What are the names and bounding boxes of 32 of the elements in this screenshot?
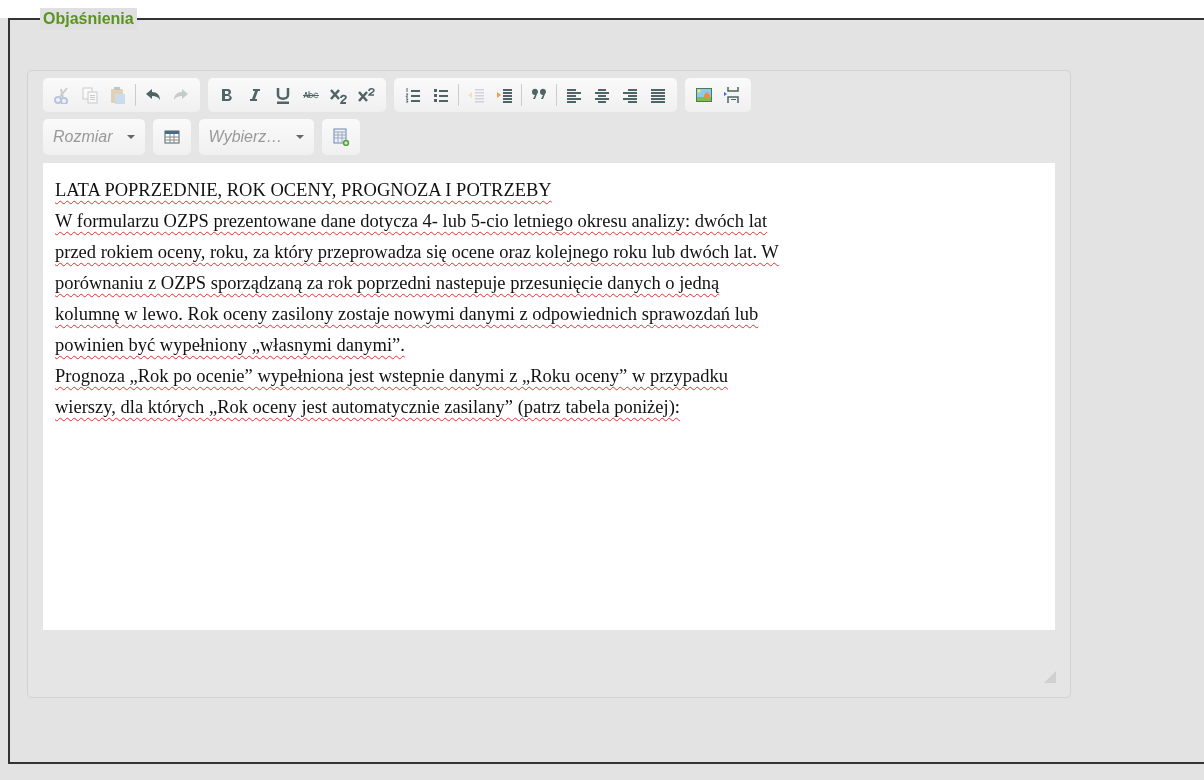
table-icon xyxy=(162,128,181,146)
page-break-icon xyxy=(723,86,741,104)
editor-text-line: kolumnę w lewo. Rok oceny zasilony zostaje nowymi danymi z odpowiednich sprawozdań lub xyxy=(55,303,760,326)
table-button[interactable] xyxy=(152,119,191,155)
editor-text-line: Prognoza „Rok po ocenie” wypełniona jest wstepnie danymi z „Roku oceny” w przypadku xyxy=(55,365,729,388)
editor-text-line: LATA POPRZEDNIE, ROK OCENY, PROGNOZA I POTRZEBY xyxy=(55,179,553,202)
scissors-icon xyxy=(53,86,71,104)
indent-icon xyxy=(495,86,513,104)
caret-icon xyxy=(126,135,135,139)
caret-icon xyxy=(296,135,305,139)
table-add-icon xyxy=(332,128,351,146)
image-icon xyxy=(695,86,713,104)
align-left-icon xyxy=(565,86,583,104)
underline-icon xyxy=(274,86,292,104)
dropdown[interactable]: Rozmiar xyxy=(43,119,145,155)
editor-text-line: przed rokiem oceny, roku, za który przeprowadza się ocene oraz kolejnego roku lub dwóch lat. W xyxy=(55,241,780,264)
section-legend: Objaśnienia xyxy=(40,8,137,30)
dropdown[interactable]: Wybierz… xyxy=(198,119,315,155)
editor-text-line: powinien być wypełniony „własnymi danymi”. xyxy=(55,334,406,357)
editor-text-line: wierszy, dla których „Rok oceny jest automatycznie zasilany” (patrz tabela poniżej): xyxy=(55,396,681,419)
text-editor-area[interactable] xyxy=(43,163,1055,630)
clipboard-icon xyxy=(109,86,127,104)
outdent-icon xyxy=(467,86,485,104)
numbered-list-icon xyxy=(404,86,422,104)
bulleted-list-icon xyxy=(432,86,450,104)
align-right-icon xyxy=(621,86,639,104)
editor-text-line: porównaniu z OZPS sporządzaną za rok poprzedni nastepuje przesunięcie danych o jedną xyxy=(55,272,721,295)
editor-text-line: W formularzu OZPS prezentowane dane dotycza 4- lub 5-cio letniego okresu analizy: dwóch lat xyxy=(55,210,769,233)
superscript-icon xyxy=(358,86,376,104)
copy-icon xyxy=(81,86,99,104)
justify-icon xyxy=(649,86,667,104)
align-center-icon xyxy=(593,86,611,104)
